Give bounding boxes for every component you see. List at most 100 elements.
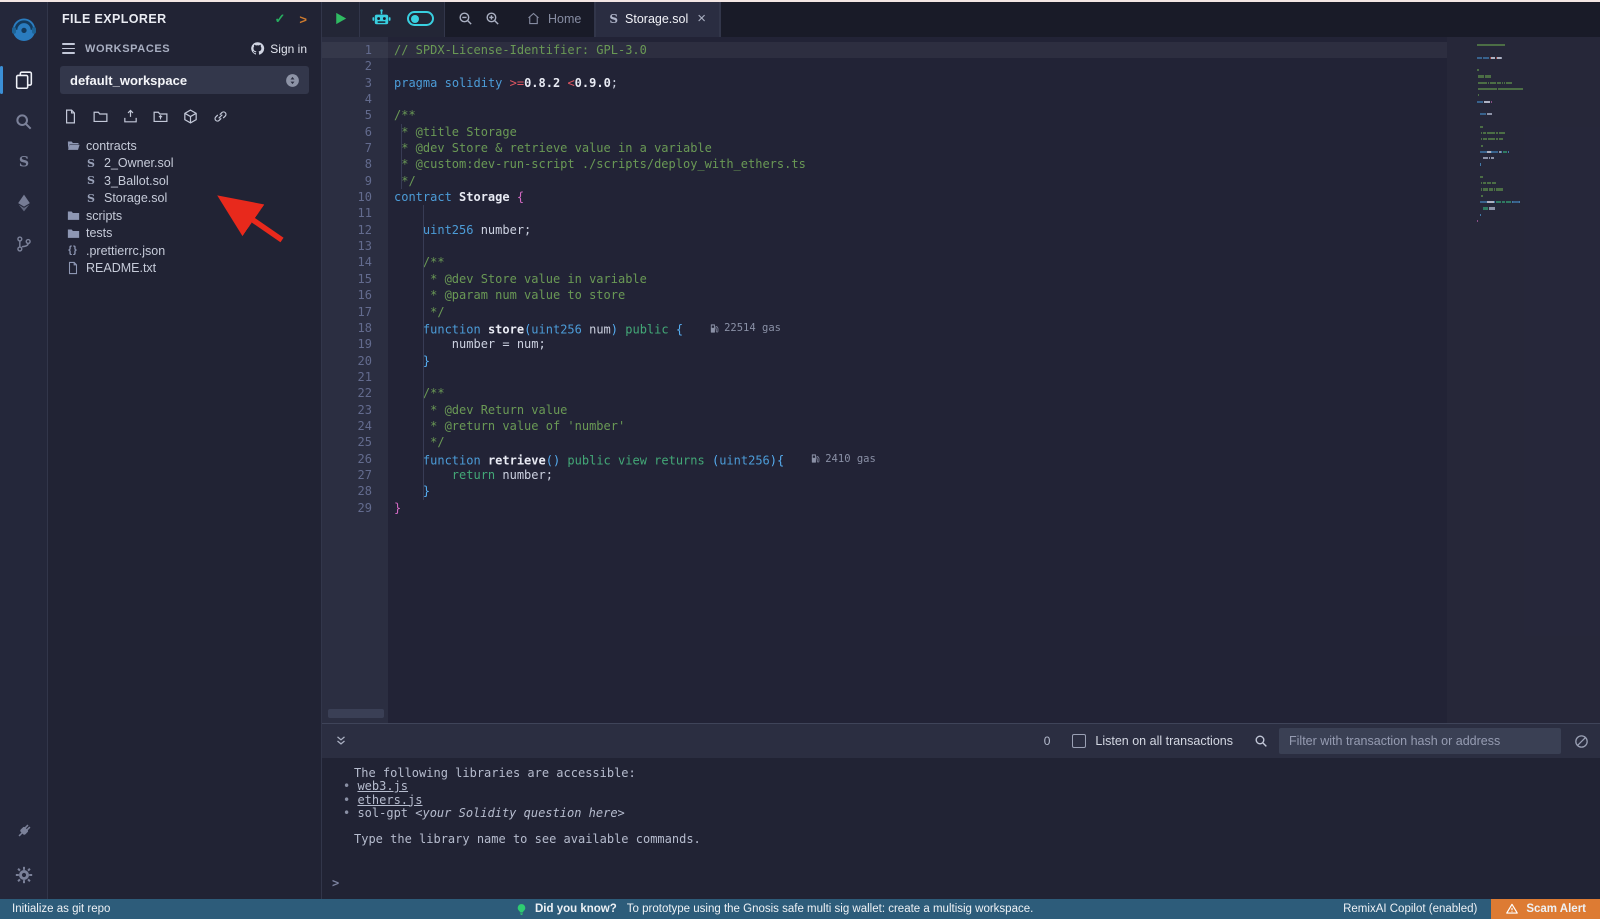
- code-text: [372, 369, 1447, 385]
- workspaces-menu-icon[interactable]: [62, 43, 75, 54]
- tree-item-tests[interactable]: tests: [48, 225, 321, 243]
- tree-item-storage-sol[interactable]: SStorage.sol: [48, 190, 321, 208]
- terminal-toolbar: 0 Listen on all transactions: [322, 723, 1600, 758]
- code-line: 21: [322, 369, 1447, 385]
- create-file-icon[interactable]: [62, 108, 79, 125]
- zoom-controls: [445, 0, 513, 37]
- terminal-prompt[interactable]: >: [332, 876, 339, 890]
- code-text: // SPDX-License-Identifier: GPL-3.0: [372, 42, 1447, 58]
- json-icon: {}: [64, 245, 82, 256]
- deploy-and-run-icon[interactable]: [0, 183, 48, 223]
- listen-all-transactions-checkbox[interactable]: [1072, 734, 1086, 748]
- create-folder-icon[interactable]: [92, 108, 109, 125]
- tab-label: Home: [548, 12, 581, 26]
- solidity-icon: S: [82, 192, 100, 205]
- git-init-button[interactable]: Initialize as git repo: [0, 903, 110, 915]
- terminal-line: [354, 820, 1600, 833]
- tree-item--prettierrc-json[interactable]: {}.prettierrc.json: [48, 242, 321, 260]
- file-explorer-icon[interactable]: [0, 60, 48, 100]
- clear-console-icon[interactable]: [1573, 733, 1590, 750]
- code-editor[interactable]: 1// SPDX-License-Identifier: GPL-3.023pr…: [322, 37, 1600, 723]
- library-link[interactable]: ethers.js: [357, 793, 422, 807]
- transaction-filter-input[interactable]: [1279, 728, 1561, 754]
- code-text: }: [372, 353, 1447, 369]
- code-text: * @return value of 'number': [372, 418, 1447, 434]
- upload-file-icon[interactable]: [122, 108, 139, 125]
- tree-item-contracts[interactable]: contracts: [48, 137, 321, 155]
- chevron-right-icon[interactable]: >: [299, 12, 307, 27]
- minimap-line: [1477, 182, 1600, 184]
- status-right: RemixAI Copilot (enabled) Scam Alert: [1343, 899, 1600, 919]
- link-icon[interactable]: [212, 108, 229, 125]
- ipfs-box-icon[interactable]: [182, 108, 199, 125]
- tab-home[interactable]: Home: [513, 0, 594, 37]
- line-number: 10: [322, 189, 372, 205]
- copilot-status[interactable]: RemixAI Copilot (enabled): [1343, 903, 1477, 915]
- tab-storage-sol[interactable]: S Storage.sol ×: [595, 0, 720, 37]
- minimap-line: [1477, 138, 1600, 140]
- toggle-knob: [411, 15, 419, 23]
- remix-logo-icon[interactable]: [0, 8, 48, 54]
- line-number: 12: [322, 222, 372, 238]
- code-line: 2: [322, 58, 1447, 74]
- tree-item-2-owner-sol[interactable]: S2_Owner.sol: [48, 155, 321, 173]
- tree-item-3-ballot-sol[interactable]: S3_Ballot.sol: [48, 172, 321, 190]
- expand-terminal-icon[interactable]: [334, 734, 348, 748]
- indent-guide-icon: [423, 483, 424, 499]
- minimap-line: [1477, 132, 1600, 134]
- code-line: 4: [322, 91, 1447, 107]
- window-top-edge: [0, 0, 1600, 2]
- tree-item-scripts[interactable]: scripts: [48, 207, 321, 225]
- zoom-in-icon[interactable]: [484, 10, 501, 27]
- line-number: 27: [322, 467, 372, 483]
- upload-folder-icon[interactable]: [152, 108, 169, 125]
- minimap[interactable]: [1447, 37, 1600, 723]
- github-icon: [250, 41, 265, 56]
- tree-item-readme-txt[interactable]: README.txt: [48, 260, 321, 278]
- line-number: 7: [322, 140, 372, 156]
- code-line: 13: [322, 238, 1447, 254]
- folder-open-icon: [64, 138, 82, 153]
- library-link[interactable]: web3.js: [357, 779, 408, 793]
- run-script-button[interactable]: [332, 10, 349, 27]
- workspace-selector[interactable]: default_workspace: [60, 66, 309, 94]
- copilot-toggle[interactable]: [407, 11, 434, 26]
- git-icon[interactable]: [0, 224, 48, 264]
- code-line: 24 * @return value of 'number': [322, 418, 1447, 434]
- line-number: 4: [322, 91, 372, 107]
- minimap-line: [1477, 220, 1600, 222]
- gas-estimate-badge: 2410 gas: [810, 451, 876, 467]
- search-icon[interactable]: [0, 101, 48, 141]
- code-text: [372, 238, 1447, 254]
- code-line: 26 function retrieve() public view retur…: [322, 451, 1447, 467]
- plugin-manager-icon[interactable]: [0, 811, 48, 851]
- indent-guide-icon: [423, 385, 424, 401]
- sign-in-button[interactable]: Sign in: [250, 41, 307, 56]
- terminal[interactable]: The following libraries are accessible:•…: [322, 758, 1600, 899]
- settings-icon[interactable]: [0, 855, 48, 895]
- code-content: 1// SPDX-License-Identifier: GPL-3.023pr…: [322, 42, 1447, 516]
- code-line: 15 * @dev Store value in variable: [322, 271, 1447, 287]
- indent-guide-icon: [423, 254, 424, 270]
- remixai-robot-icon[interactable]: [370, 7, 393, 30]
- code-text: pragma solidity >=0.8.2 <0.9.0;: [372, 75, 1447, 91]
- close-tab-icon[interactable]: ×: [697, 10, 706, 27]
- minimap-line: [1477, 69, 1600, 71]
- minimap-line: [1477, 176, 1600, 178]
- horizontal-scrollbar[interactable]: [328, 709, 384, 718]
- scam-alert-button[interactable]: Scam Alert: [1491, 899, 1600, 919]
- folder-icon: [64, 226, 82, 241]
- file-name: scripts: [86, 209, 122, 223]
- line-number: 18: [322, 320, 372, 336]
- indent-guide-icon: [401, 173, 402, 189]
- solidity-compiler-icon[interactable]: S: [0, 142, 48, 182]
- zoom-out-icon[interactable]: [457, 10, 474, 27]
- panel-title: FILE EXPLORER: [62, 12, 275, 26]
- code-line: 10contract Storage {: [322, 189, 1447, 205]
- minimap-content: [1447, 37, 1600, 222]
- minimap-line: [1477, 163, 1600, 165]
- panel-header: FILE EXPLORER ✓ >: [48, 0, 321, 33]
- minimap-line: [1477, 44, 1600, 46]
- terminal-line: The following libraries are accessible:: [354, 767, 1600, 780]
- sign-in-label: Sign in: [270, 42, 307, 56]
